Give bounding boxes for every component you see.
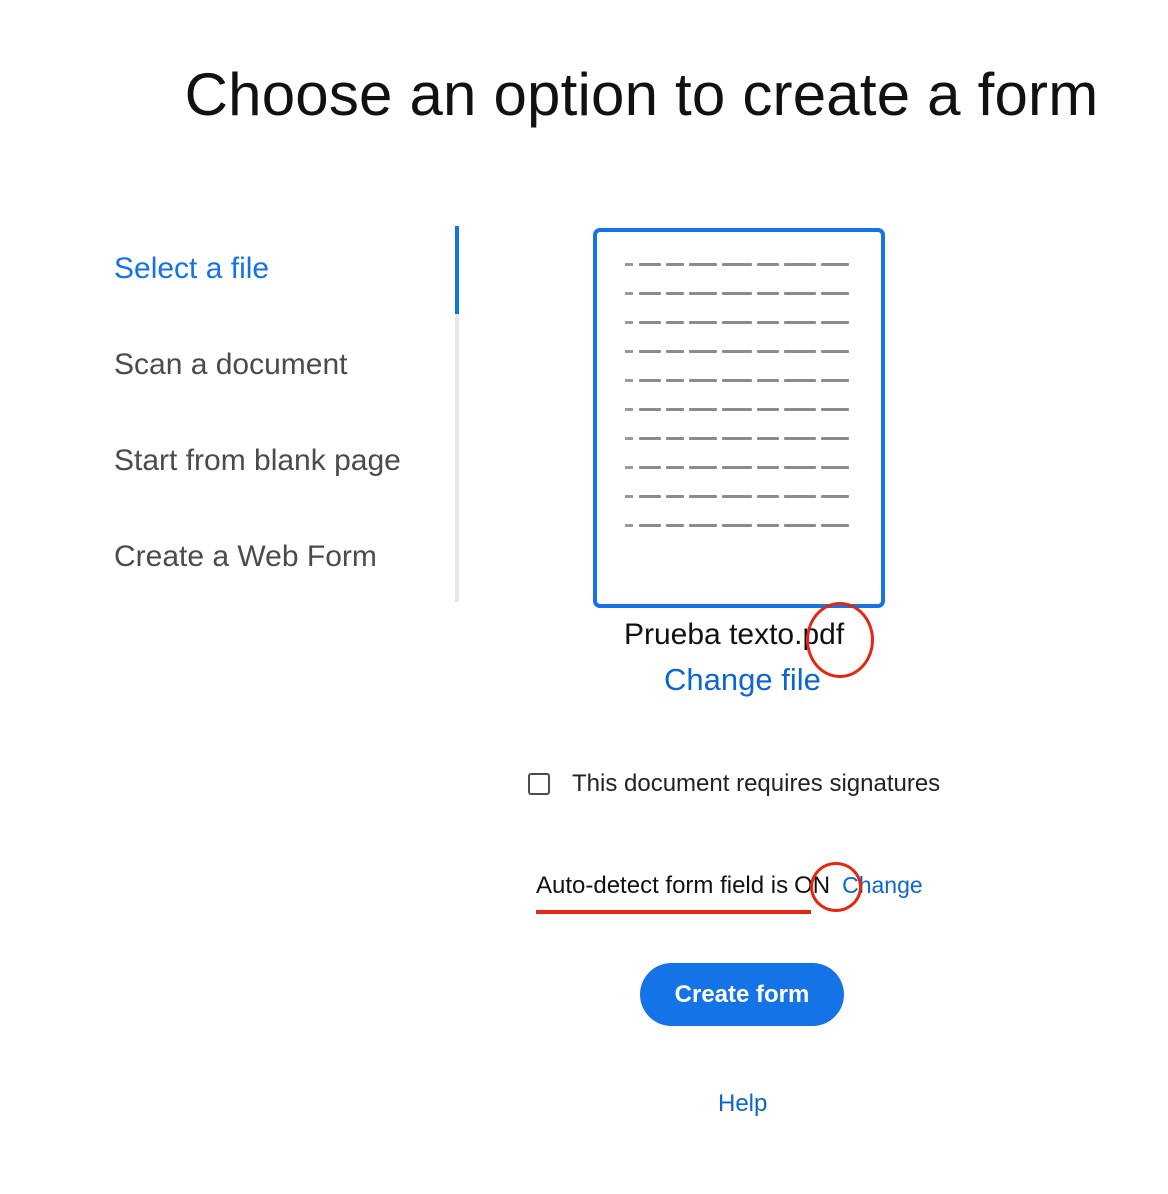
annotation-underline (536, 910, 811, 914)
preview-text-line (609, 424, 869, 453)
create-options-nav: Select a file Scan a document Start from… (114, 226, 459, 602)
create-form-button[interactable]: Create form (640, 963, 844, 1026)
annotation-circle-on (810, 862, 862, 912)
change-file-link[interactable]: Change file (664, 662, 821, 698)
preview-text-line (609, 395, 869, 424)
autodetect-row: Auto-detect form field is ON Change (536, 872, 923, 900)
preview-text-line (609, 366, 869, 395)
nav-item-scan-document[interactable]: Scan a document (114, 348, 347, 382)
signature-option: This document requires signatures (528, 770, 940, 798)
preview-text-line (609, 337, 869, 366)
signature-checkbox[interactable] (528, 773, 550, 795)
signature-label: This document requires signatures (572, 770, 941, 797)
preview-text-line (609, 308, 869, 337)
autodetect-label: Auto-detect form field is (536, 872, 789, 899)
preview-text-line (609, 250, 869, 279)
preview-text-line (609, 482, 869, 511)
nav-item-web-form[interactable]: Create a Web Form (114, 540, 377, 574)
file-preview-thumbnail[interactable] (593, 228, 885, 608)
nav-item-select-file[interactable]: Select a file (114, 252, 269, 286)
preview-text-line (609, 279, 869, 308)
document-preview-page (609, 250, 869, 570)
nav-item-blank-page[interactable]: Start from blank page (114, 444, 401, 478)
help-link[interactable]: Help (718, 1090, 767, 1118)
page-title: Choose an option to create a form (184, 61, 1099, 128)
nav-active-indicator (455, 226, 459, 314)
preview-text-line (609, 511, 869, 540)
preview-text-line (609, 453, 869, 482)
